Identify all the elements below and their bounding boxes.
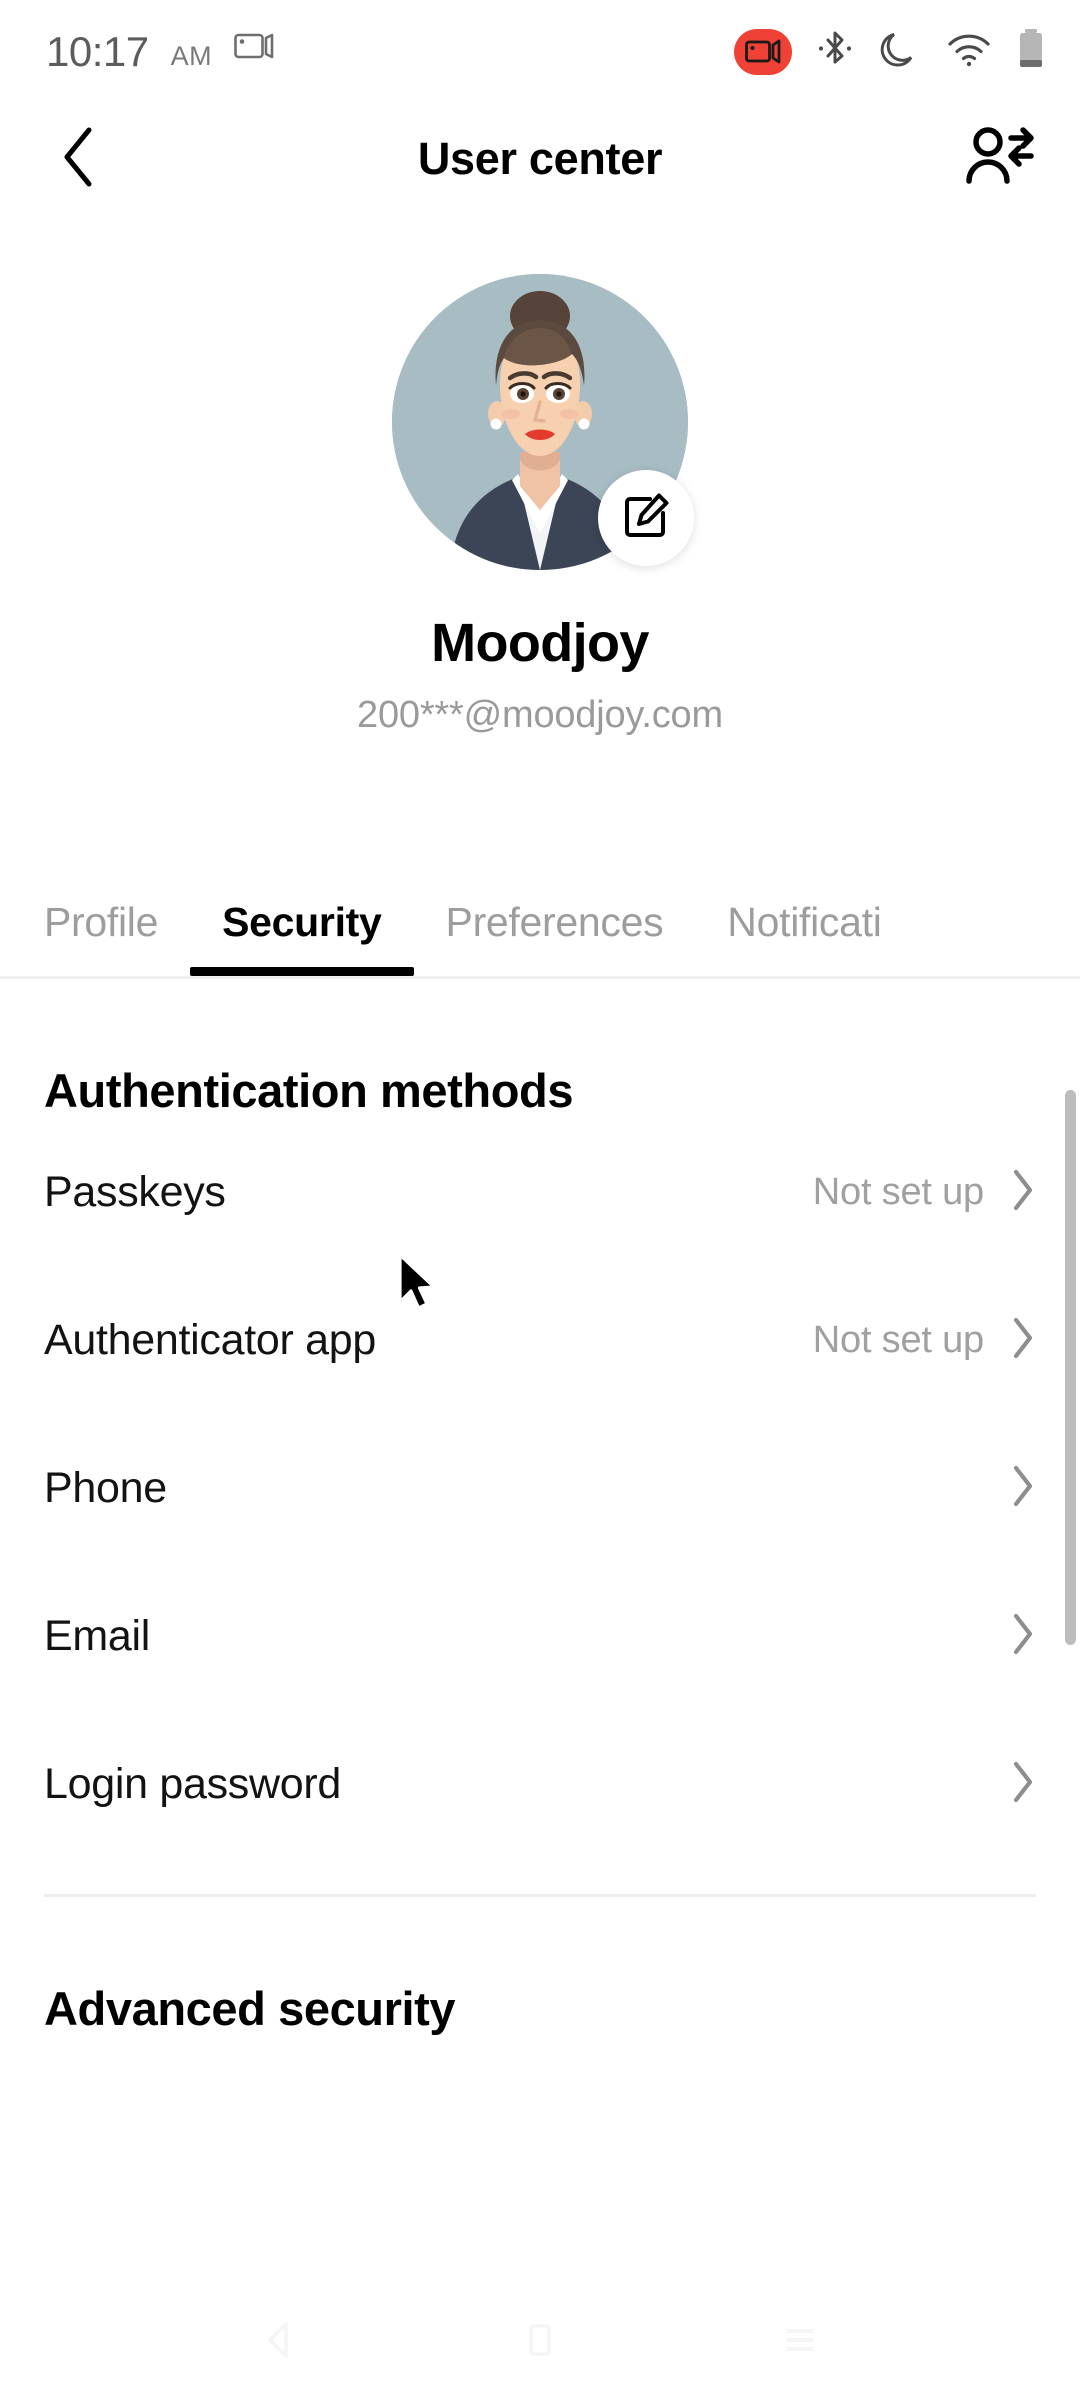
scrollbar-thumb[interactable] xyxy=(1065,1090,1076,1645)
row-label: Authenticator app xyxy=(44,1315,376,1364)
row-authenticator-app[interactable]: Authenticator app Not set up xyxy=(44,1266,1036,1414)
user-name: Moodjoy xyxy=(431,613,649,673)
section-title-authentication-methods: Authentication methods xyxy=(44,1064,574,1117)
screen-cast-icon xyxy=(234,32,274,69)
row-email[interactable]: Email xyxy=(44,1562,1036,1710)
tab-bar[interactable]: Profile Security Preferences Notificati xyxy=(0,849,1080,979)
status-ampm: AM xyxy=(170,41,213,71)
back-button[interactable] xyxy=(44,124,114,194)
section-title-advanced-security: Advanced security xyxy=(44,1982,456,2035)
settings-content: Authentication methods Passkeys Not set … xyxy=(0,979,1080,2036)
nav-home-icon[interactable] xyxy=(518,2318,562,2367)
chevron-right-icon xyxy=(1010,1611,1036,1662)
android-nav-bar xyxy=(0,2284,1080,2400)
row-passkeys[interactable]: Passkeys Not set up xyxy=(44,1118,1036,1266)
scrollbar[interactable] xyxy=(1065,1060,1080,2270)
row-status: Not set up xyxy=(812,1318,984,1361)
row-right: Not set up xyxy=(813,1315,1036,1366)
tab-notifications[interactable]: Notificati xyxy=(695,899,913,976)
nav-recents-icon[interactable] xyxy=(778,2318,822,2367)
row-right xyxy=(984,1759,1036,1810)
chevron-right-icon xyxy=(1010,1463,1036,1514)
tab-preferences[interactable]: Preferences xyxy=(414,899,696,976)
row-status: Not set up xyxy=(812,1170,984,1213)
battery-icon xyxy=(1018,28,1044,77)
app-bar: User center xyxy=(0,104,1080,214)
page-title: User center xyxy=(417,133,663,184)
status-bar-right xyxy=(734,28,1044,77)
row-phone[interactable]: Phone xyxy=(44,1414,1036,1562)
wifi-icon xyxy=(946,32,992,73)
row-label: Email xyxy=(44,1611,151,1660)
status-time: 10:17 xyxy=(46,28,149,75)
chevron-right-icon xyxy=(1010,1759,1036,1810)
switch-account-icon xyxy=(963,122,1035,197)
do-not-disturb-icon xyxy=(878,28,920,77)
tab-profile[interactable]: Profile xyxy=(44,899,190,976)
row-right xyxy=(984,1611,1036,1662)
authentication-methods-list: Passkeys Not set up Authenticator app No… xyxy=(0,1118,1080,1858)
chevron-right-icon xyxy=(1010,1315,1036,1366)
edit-avatar-button[interactable] xyxy=(598,470,694,566)
row-right xyxy=(984,1463,1036,1514)
nav-back-icon[interactable] xyxy=(258,2318,302,2367)
screen-record-icon xyxy=(734,29,792,75)
profile-header: Moodjoy 200***@moodjoy.com xyxy=(0,214,1080,737)
row-login-password[interactable]: Login password xyxy=(44,1710,1036,1858)
status-bar-left: 10:17 AM xyxy=(46,31,274,73)
row-right: Not set up xyxy=(813,1167,1036,1218)
switch-account-button[interactable] xyxy=(962,122,1036,196)
row-label: Passkeys xyxy=(44,1167,226,1216)
row-label: Login password xyxy=(44,1759,341,1808)
bluetooth-icon xyxy=(818,29,852,76)
chevron-left-icon xyxy=(56,124,102,195)
user-email: 200***@moodjoy.com xyxy=(357,694,723,736)
avatar-container xyxy=(392,274,694,570)
tab-security[interactable]: Security xyxy=(190,899,414,976)
status-bar: 10:17 AM xyxy=(0,0,1080,104)
chevron-right-icon xyxy=(1010,1167,1036,1218)
row-label: Phone xyxy=(44,1463,167,1512)
edit-square-pencil-icon xyxy=(622,492,670,545)
